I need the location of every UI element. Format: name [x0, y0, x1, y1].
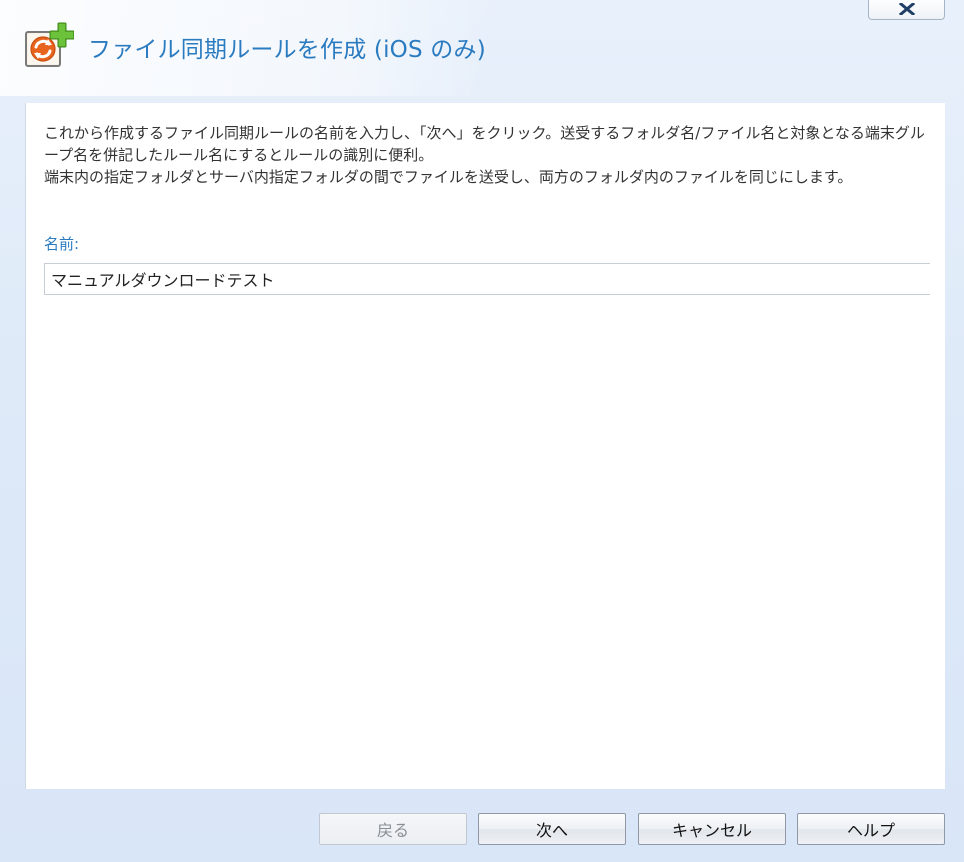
next-button[interactable]: 次へ	[478, 813, 626, 845]
close-icon	[898, 2, 915, 15]
description-text-2: 端末内の指定フォルダとサーバ内指定フォルダの間でファイルを送受し、両方のフォルダ…	[44, 168, 853, 186]
back-button[interactable]: 戻る	[319, 813, 467, 845]
description: これから作成するファイル同期ルールの名前を入力し、「次へ」をクリック。送受するフ…	[44, 122, 934, 188]
cancel-button[interactable]: キャンセル	[638, 813, 786, 845]
content-panel: これから作成するファイル同期ルールの名前を入力し、「次へ」をクリック。送受するフ…	[25, 103, 945, 789]
name-input[interactable]	[44, 263, 930, 295]
close-button[interactable]	[868, 0, 945, 20]
help-button[interactable]: ヘルプ	[797, 813, 945, 845]
dialog-title: ファイル同期ルールを作成 (iOS のみ)	[88, 37, 486, 63]
file-sync-add-icon	[24, 22, 75, 68]
name-label: 名前:	[44, 235, 80, 253]
description-text-1: これから作成するファイル同期ルールの名前を入力し、「次へ」をクリック。送受するフ…	[44, 124, 925, 164]
